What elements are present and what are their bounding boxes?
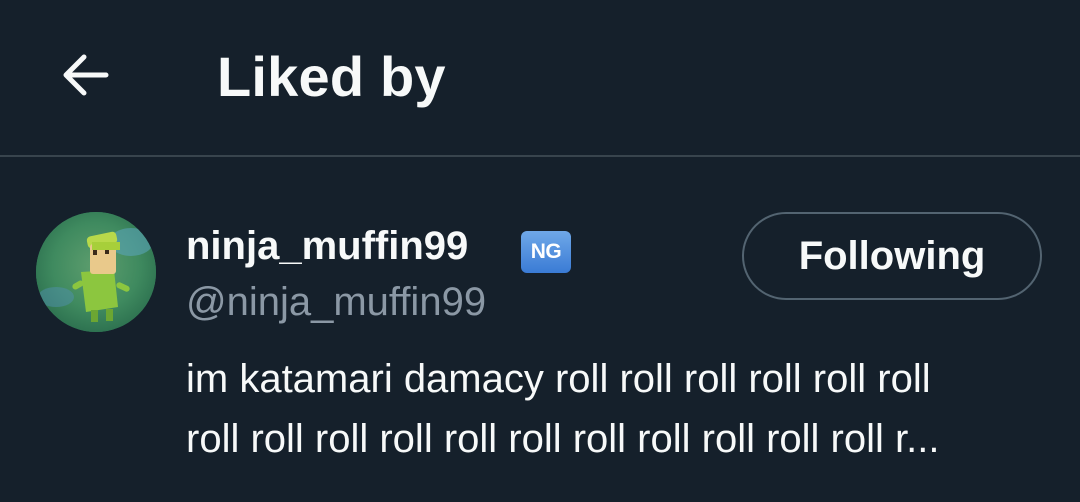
ng-badge-icon: NG bbox=[521, 231, 571, 273]
following-button[interactable]: Following bbox=[742, 212, 1042, 300]
ng-badge-text: NG bbox=[530, 240, 562, 263]
avatar[interactable] bbox=[36, 212, 156, 332]
user-handle[interactable]: @ninja_muffin99 bbox=[186, 279, 486, 325]
page-title: Liked by bbox=[217, 45, 446, 108]
display-name[interactable]: ninja_muffin99 bbox=[186, 223, 468, 269]
user-list-item[interactable]: ninja_muffin99 NG @ninja_muffin99 Follow… bbox=[0, 157, 1080, 502]
liked-by-screen: Liked by ninja_muffin99 NG @ninja_muffin… bbox=[0, 0, 1080, 502]
bio-line-2: roll roll roll roll roll roll roll roll … bbox=[186, 417, 940, 461]
avatar-image bbox=[36, 212, 156, 332]
user-bio: im katamari damacy roll roll roll roll r… bbox=[186, 349, 1056, 469]
arrow-left-icon bbox=[63, 54, 109, 96]
back-button[interactable] bbox=[52, 43, 116, 107]
header: Liked by bbox=[0, 0, 1080, 155]
bio-line-1: im katamari damacy roll roll roll roll r… bbox=[186, 357, 931, 401]
